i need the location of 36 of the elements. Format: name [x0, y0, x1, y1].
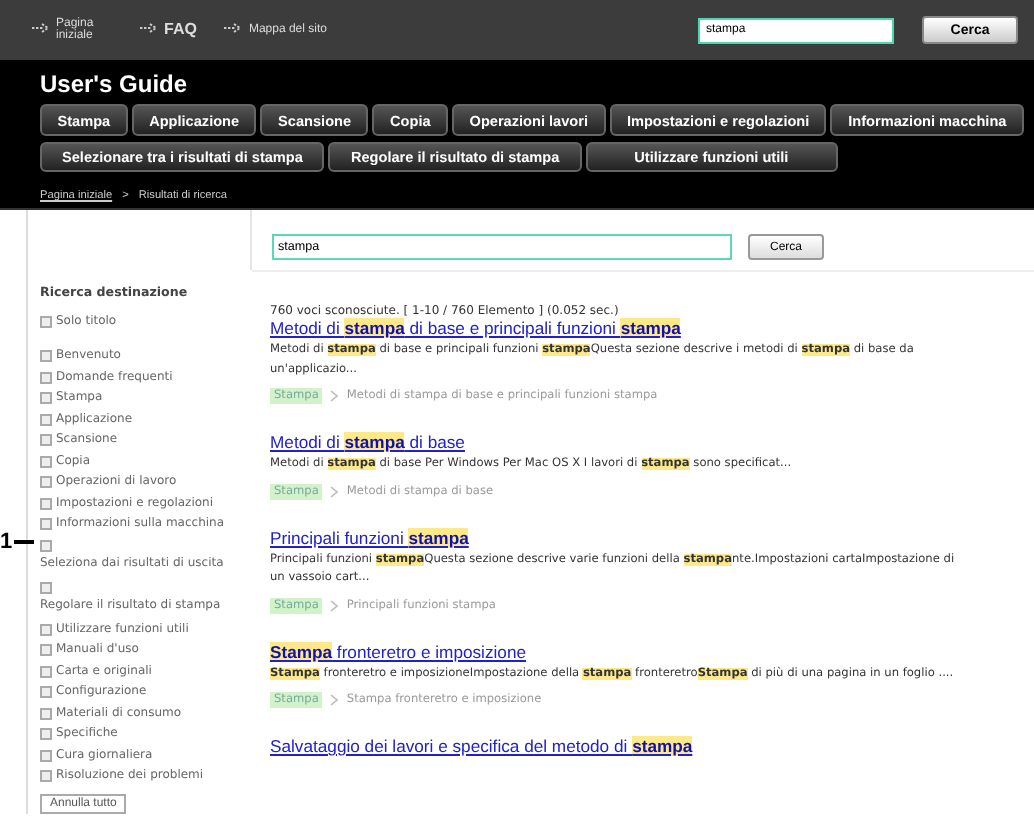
result-title-link[interactable]: Salvataggio dei lavori e specifica del metodo di stampa	[270, 736, 1034, 756]
checkbox[interactable]	[40, 413, 52, 426]
nav-link[interactable]: FAQ	[140, 22, 197, 38]
result-title-link[interactable]: Principali funzioni stampa	[270, 527, 1034, 547]
checkbox[interactable]	[40, 770, 52, 783]
callout-line	[14, 540, 35, 544]
checkbox[interactable]	[40, 518, 52, 531]
checkbox[interactable]	[40, 434, 52, 447]
checkbox[interactable]	[40, 686, 52, 699]
checkbox[interactable]	[40, 665, 52, 678]
checkbox[interactable]	[40, 455, 52, 468]
checkbox[interactable]	[40, 728, 52, 741]
checkbox[interactable]	[40, 315, 52, 328]
checkbox[interactable]	[40, 707, 52, 720]
checkbox[interactable]	[40, 392, 52, 405]
checkbox[interactable]	[40, 497, 52, 510]
arrow-icon	[140, 22, 160, 38]
result-title-link[interactable]: Metodi di stampa di base e principali funzioni stampa	[270, 318, 1034, 338]
result-title-link[interactable]: Metodi di stampa di base	[270, 432, 1034, 452]
checkbox[interactable]	[40, 749, 52, 762]
chevron-icon	[330, 599, 339, 611]
checkbox[interactable]	[40, 371, 52, 384]
checkbox[interactable]	[40, 623, 52, 636]
chevron-icon	[330, 694, 339, 706]
chevron-icon	[330, 485, 339, 497]
checkbox[interactable]	[40, 644, 52, 657]
chevron-icon	[330, 390, 339, 402]
checkbox[interactable]	[40, 540, 52, 553]
checkbox[interactable]	[40, 476, 52, 489]
callout-number: 1	[0, 530, 13, 554]
checkbox[interactable]	[40, 350, 52, 363]
arrow-icon	[32, 22, 52, 38]
guide-title: User's Guide	[40, 70, 188, 98]
result-title-link[interactable]: Stampa fronteretro e imposizione	[270, 641, 1034, 661]
checkbox[interactable]	[40, 582, 52, 595]
arrow-icon	[224, 22, 245, 38]
